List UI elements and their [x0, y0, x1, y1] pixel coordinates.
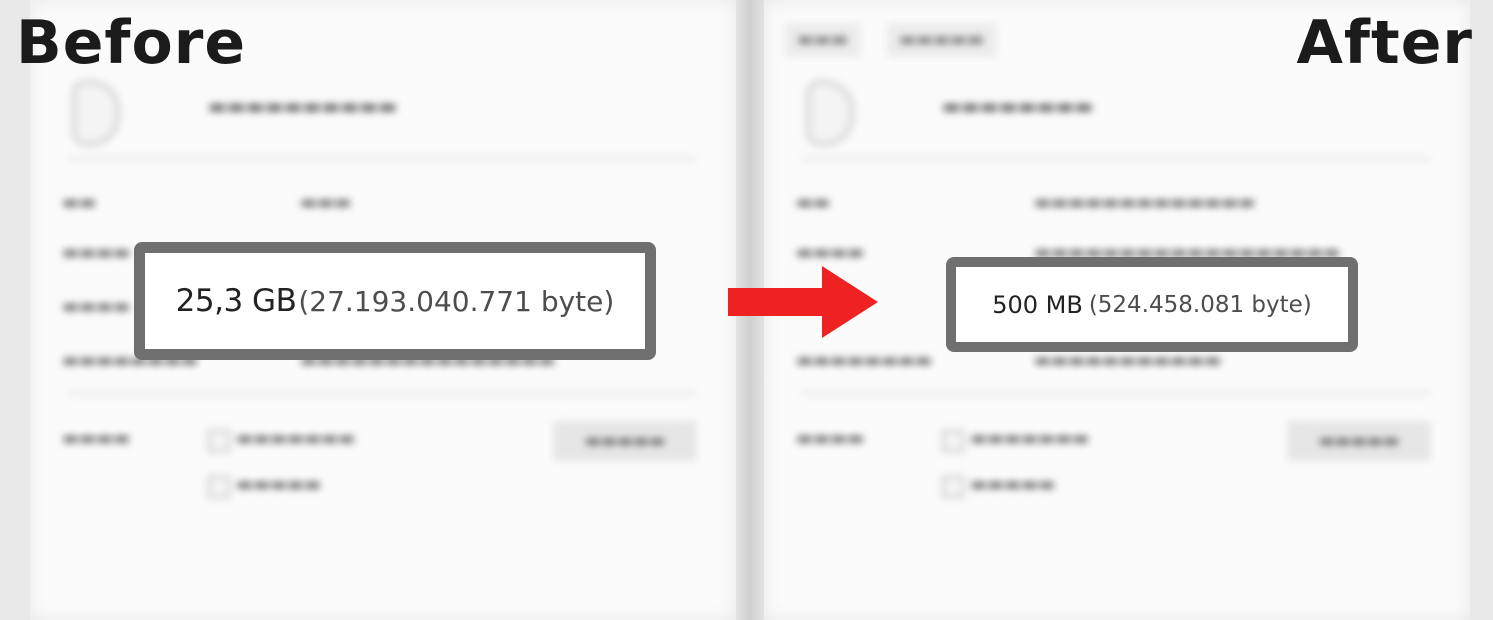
- property-label: ▬▬: [796, 192, 831, 213]
- checkbox-label: ▬▬▬▬▬▬▬: [970, 428, 1090, 449]
- advanced-button[interactable]: ▬▬▬▬▬: [1288, 422, 1430, 460]
- checkbox-label: ▬▬▬▬▬: [236, 474, 322, 495]
- right-arrow-icon: [728, 266, 878, 338]
- size-value: 500 MB: [992, 290, 1083, 319]
- tab-general[interactable]: ▬▬▬: [786, 24, 860, 56]
- file-icon: [72, 80, 120, 146]
- property-label: ▬▬▬▬: [796, 242, 865, 263]
- checkbox-label: ▬▬▬▬▬: [970, 474, 1056, 495]
- file-icon: [806, 80, 854, 146]
- attributes-label: ▬▬▬▬: [796, 428, 865, 449]
- property-value: ▬▬▬▬▬▬▬▬▬▬▬: [1034, 350, 1222, 371]
- tab-security[interactable]: ▬▬▬▬▬: [888, 24, 996, 56]
- property-value: ▬▬▬: [300, 192, 352, 213]
- before-size-callout: 25,3 GB (27.193.040.771 byte): [134, 242, 656, 360]
- filename-placeholder: ▬▬▬▬▬▬▬▬: [942, 94, 1094, 118]
- property-label: ▬▬▬▬: [62, 296, 131, 317]
- separator: [802, 158, 1430, 160]
- separator: [68, 392, 696, 394]
- before-heading: Before: [16, 8, 247, 78]
- after-size-callout: 500 MB (524.458.081 byte): [946, 257, 1358, 352]
- property-label: ▬▬▬▬: [62, 242, 131, 263]
- property-label: ▬▬: [62, 192, 97, 213]
- readonly-checkbox[interactable]: [942, 430, 964, 452]
- filename-placeholder: ▬▬▬▬▬▬▬▬▬▬: [208, 94, 397, 118]
- size-bytes: (27.193.040.771 byte): [298, 284, 615, 318]
- hidden-checkbox[interactable]: [208, 476, 230, 498]
- checkbox-label: ▬▬▬▬▬▬▬: [236, 428, 356, 449]
- size-value: 25,3 GB: [175, 283, 297, 319]
- advanced-button[interactable]: ▬▬▬▬▬: [554, 422, 696, 460]
- separator: [802, 392, 1430, 394]
- hidden-checkbox[interactable]: [942, 476, 964, 498]
- property-value: ▬▬▬▬▬▬▬▬▬▬▬▬▬: [1034, 192, 1256, 213]
- attributes-label: ▬▬▬▬: [62, 428, 131, 449]
- readonly-checkbox[interactable]: [208, 430, 230, 452]
- size-bytes: (524.458.081 byte): [1088, 291, 1312, 318]
- after-heading: After: [1296, 8, 1473, 78]
- separator: [68, 158, 696, 160]
- property-label: ▬▬▬▬▬▬▬▬: [796, 350, 933, 371]
